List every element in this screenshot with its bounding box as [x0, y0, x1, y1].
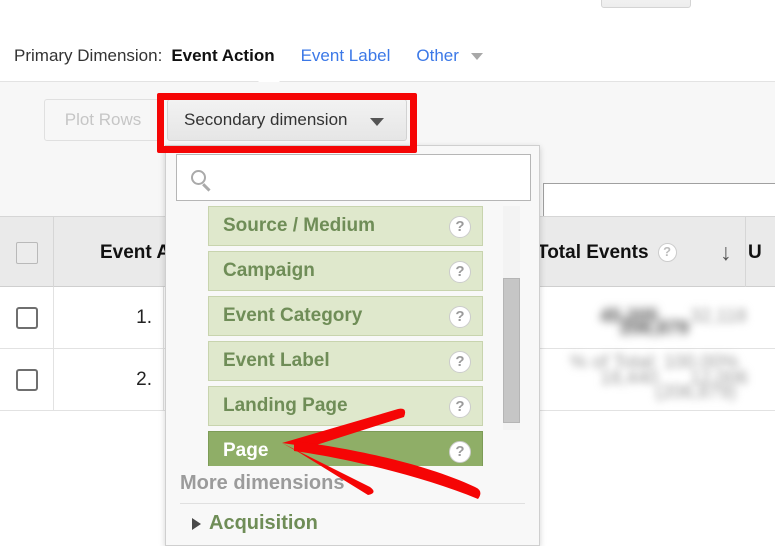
triangle-right-icon: [192, 517, 201, 530]
summary-subtext: % of Total: 100.00%: [570, 352, 739, 373]
row-index: 2.: [136, 369, 152, 390]
row-select-cell[interactable]: [0, 349, 54, 411]
secondary-dimension-label: Secondary dimension: [184, 110, 348, 129]
primary-dimension-active-tab[interactable]: Event Action: [171, 46, 274, 66]
row-unique-events-value: 32,118: [690, 306, 747, 327]
primary-dimension-other-menu[interactable]: Other: [416, 45, 483, 66]
select-all-checkbox[interactable]: [15, 241, 38, 264]
dimension-group-acquisition[interactable]: Acquisition: [192, 512, 318, 535]
help-icon[interactable]: ?: [449, 351, 471, 373]
help-icon[interactable]: ?: [449, 396, 471, 418]
help-icon[interactable]: ?: [449, 216, 471, 238]
dimension-group-label: Acquisition: [209, 512, 318, 534]
help-icon[interactable]: ?: [449, 306, 471, 328]
sort-descending-icon[interactable]: ↓: [720, 241, 732, 264]
help-icon[interactable]: ?: [657, 243, 677, 262]
dimension-item-source-medium[interactable]: Source / Medium ?: [208, 206, 483, 246]
summary-subtext-2: (206,879): [655, 382, 737, 403]
primary-dimension-label: Primary Dimension:: [14, 45, 163, 65]
row-index: 1.: [136, 307, 152, 328]
dimension-item-label: Source / Medium: [223, 215, 376, 236]
dropdown-divider: [180, 503, 525, 504]
row-divider: [163, 349, 164, 411]
dropdown-scrollbar-thumb[interactable]: [503, 278, 520, 423]
dimension-item-event-label[interactable]: Event Label ?: [208, 341, 483, 381]
top-strip: [0, 0, 775, 30]
column-header-unique-events[interactable]: U: [748, 217, 762, 288]
dimension-item-event-category[interactable]: Event Category ?: [208, 296, 483, 336]
dimension-item-landing-page[interactable]: Landing Page ?: [208, 386, 483, 426]
summary-total-value: 206,879: [620, 318, 689, 339]
dimension-item-label: Campaign: [223, 260, 315, 281]
dimension-item-label: Event Category: [223, 305, 363, 326]
select-all-cell[interactable]: [0, 217, 54, 288]
plot-rows-button[interactable]: Plot Rows: [44, 99, 162, 141]
help-icon[interactable]: ?: [449, 441, 471, 463]
dimension-item-label: Landing Page: [223, 395, 348, 416]
active-tab-pointer: [258, 71, 280, 82]
help-icon[interactable]: ?: [449, 261, 471, 283]
dimension-item-page[interactable]: Page ?: [208, 431, 483, 466]
column-divider: [745, 217, 746, 288]
cropped-toolbar-button[interactable]: [601, 0, 691, 8]
row-checkbox[interactable]: [15, 369, 38, 391]
row-checkbox[interactable]: [15, 307, 38, 329]
chevron-down-icon: [470, 52, 483, 60]
total-events-label: Total Events: [537, 241, 649, 263]
primary-dimension-bar: Primary Dimension: Event Action Event La…: [0, 30, 775, 82]
chevron-down-icon: [370, 118, 384, 126]
row-divider: [163, 287, 164, 349]
dimension-search-input[interactable]: [176, 154, 531, 201]
dimension-item-campaign[interactable]: Campaign ?: [208, 251, 483, 291]
dimension-item-label: Event Label: [223, 350, 330, 371]
column-header-total-events[interactable]: Total Events ?: [537, 217, 687, 288]
dimension-item-label: Page: [223, 440, 269, 461]
more-dimensions-heading: More dimensions: [180, 472, 345, 494]
primary-dimension-tab-event-label[interactable]: Event Label: [301, 46, 391, 66]
dimension-list: Source / Medium ? Campaign ? Event Categ…: [166, 206, 541, 466]
secondary-dimension-button[interactable]: Secondary dimension: [167, 99, 407, 141]
secondary-dimension-dropdown: Source / Medium ? Campaign ? Event Categ…: [165, 145, 540, 546]
other-label: Other: [416, 45, 459, 65]
search-icon: [191, 170, 206, 185]
row-select-cell[interactable]: [0, 287, 54, 349]
